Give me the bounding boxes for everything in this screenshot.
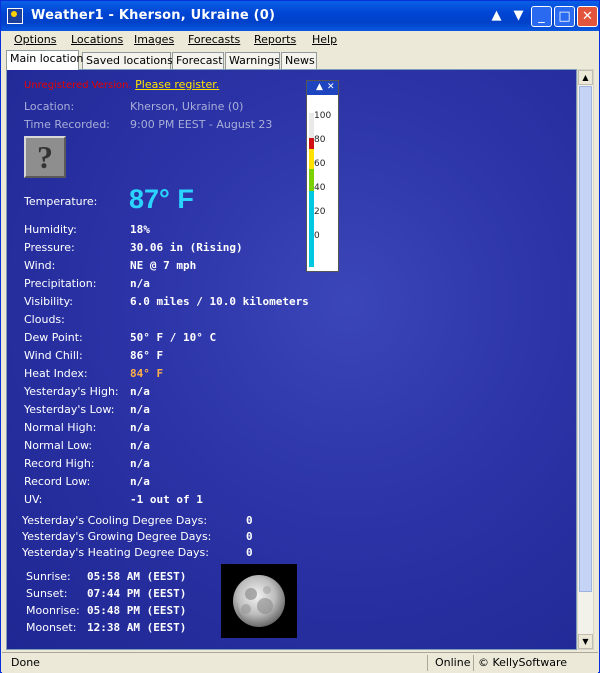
temperature-label: Temperature: xyxy=(24,195,98,208)
weather-row-label: Clouds: xyxy=(24,313,65,326)
weather-row-label: Yesterday's Low: xyxy=(24,403,115,416)
weather-row-value: 30.06 in (Rising) xyxy=(130,241,243,254)
weather-row-value: 18% xyxy=(130,223,150,236)
astro-label: Moonset: xyxy=(26,621,77,634)
move-down-icon[interactable]: ▼ xyxy=(508,6,529,27)
minimize-button[interactable]: _ xyxy=(531,6,552,27)
degree-day-value: 0 xyxy=(246,546,253,559)
weather-row-value: 50° F / 10° C xyxy=(130,331,217,344)
weather-row-label: Record High: xyxy=(24,457,95,470)
weather-row-value: n/a xyxy=(130,403,150,416)
window-title: Weather1 - Kherson, Ukraine (0) xyxy=(31,8,276,23)
weather-row-value: n/a xyxy=(130,277,150,290)
menu-options[interactable]: Options xyxy=(14,33,56,46)
weather-row-label: Visibility: xyxy=(24,295,74,308)
tab-news[interactable]: News xyxy=(281,52,317,69)
copyright-text: © KellySoftware xyxy=(478,656,568,669)
question-mark-icon[interactable]: ? xyxy=(24,136,66,178)
menu-bar: Options Locations Images Forecasts Repor… xyxy=(2,31,598,50)
astro-label: Sunrise: xyxy=(26,570,71,583)
unregistered-notice: Unregistered Version. Please register. xyxy=(24,78,220,91)
thermometer-widget[interactable]: ▲ ✕ 100 80 60 40 20 0 xyxy=(306,80,339,272)
time-value: 9:00 PM EEST - August 23 xyxy=(130,118,273,131)
thermometer-tick-label: 60 xyxy=(314,159,326,169)
weather-row-label: UV: xyxy=(24,493,43,506)
degree-day-label: Yesterday's Growing Degree Days: xyxy=(22,530,212,543)
location-label: Location: xyxy=(24,100,75,113)
status-bar: Done Online © KellySoftware xyxy=(2,652,598,673)
astro-value: 05:58 AM (EEST) xyxy=(87,570,187,583)
online-status: Online xyxy=(435,656,471,669)
weather-row-label: Pressure: xyxy=(24,241,75,254)
vertical-scrollbar[interactable]: ▲ ▼ xyxy=(577,69,594,650)
temperature-value: 87° F xyxy=(129,184,194,214)
weather-row-value: n/a xyxy=(130,439,150,452)
menu-help[interactable]: Help xyxy=(312,33,337,46)
app-weather-icon[interactable] xyxy=(7,8,23,24)
degree-day-value: 0 xyxy=(246,514,253,527)
thermometer-tick-label: 80 xyxy=(314,135,326,145)
weather-row-value: n/a xyxy=(130,385,150,398)
location-value: Kherson, Ukraine (0) xyxy=(130,100,244,113)
register-link[interactable]: Please register. xyxy=(135,78,219,91)
weather-row-value: -1 out of 1 xyxy=(130,493,203,506)
weather-row-value: 6.0 miles / 10.0 kilometers xyxy=(130,295,309,308)
thermometer-tick-label: 40 xyxy=(314,183,326,193)
close-button[interactable]: ✕ xyxy=(577,6,598,27)
astro-value: 07:44 PM (EEST) xyxy=(87,587,187,600)
weather-row-label: Humidity: xyxy=(24,223,77,236)
scroll-up-button[interactable]: ▲ xyxy=(578,70,593,85)
degree-day-label: Yesterday's Cooling Degree Days: xyxy=(22,514,208,527)
status-divider xyxy=(473,655,474,671)
menu-images[interactable]: Images xyxy=(134,33,174,46)
close-thermometer-icon[interactable]: ✕ xyxy=(327,81,335,94)
thermometer-tick-label: 100 xyxy=(314,111,332,121)
weather-row-label: Precipitation: xyxy=(24,277,97,290)
moon-phase-image xyxy=(221,564,297,638)
thermometer-tick-label: 20 xyxy=(314,207,326,217)
status-text: Done xyxy=(11,656,40,669)
weather-row-value: n/a xyxy=(130,457,150,470)
weather-row-label: Record Low: xyxy=(24,475,91,488)
collapse-icon[interactable]: ▲ xyxy=(316,81,323,94)
thermometer-header: ▲ ✕ xyxy=(307,81,338,95)
tab-saved-locations[interactable]: Saved locations xyxy=(82,52,173,69)
weather-row-value: NE @ 7 mph xyxy=(130,259,197,272)
astro-value: 05:48 PM (EEST) xyxy=(87,604,187,617)
degree-day-value: 0 xyxy=(246,530,253,543)
scroll-down-button[interactable]: ▼ xyxy=(578,634,593,649)
astro-label: Sunset: xyxy=(26,587,68,600)
time-label: Time Recorded: xyxy=(24,118,110,131)
weather-row-label: Normal High: xyxy=(24,421,97,434)
weather-row-value: n/a xyxy=(130,475,150,488)
weather-row-label: Wind: xyxy=(24,259,56,272)
weather-row-label: Yesterday's High: xyxy=(24,385,119,398)
menu-forecasts[interactable]: Forecasts xyxy=(188,33,240,46)
weather-row-label: Heat Index: xyxy=(24,367,88,380)
tab-main-location[interactable]: Main location xyxy=(6,50,83,70)
scroll-thumb[interactable] xyxy=(579,86,592,592)
move-up-icon[interactable]: ▲ xyxy=(486,6,507,27)
weather-row-label: Normal Low: xyxy=(24,439,93,452)
astro-label: Moonrise: xyxy=(26,604,80,617)
weather-row-label: Wind Chill: xyxy=(24,349,83,362)
status-divider xyxy=(427,655,428,671)
weather-row-label: Dew Point: xyxy=(24,331,83,344)
app-window: Weather1 - Kherson, Ukraine (0) ▲ ▼ _ □ … xyxy=(0,0,600,673)
astro-value: 12:38 AM (EEST) xyxy=(87,621,187,634)
tab-strip: Main location Saved locations Forecast W… xyxy=(6,50,596,70)
weather-panel: Unregistered Version. Please register. L… xyxy=(6,69,577,650)
menu-reports[interactable]: Reports xyxy=(254,33,296,46)
menu-locations[interactable]: Locations xyxy=(71,33,123,46)
maximize-button[interactable]: □ xyxy=(554,6,575,27)
title-bar[interactable]: Weather1 - Kherson, Ukraine (0) ▲ ▼ _ □ … xyxy=(1,1,599,31)
thermometer-tick-label: 0 xyxy=(314,231,320,241)
tab-warnings[interactable]: Warnings xyxy=(225,52,280,69)
weather-row-value: 84° F xyxy=(130,367,164,380)
tab-forecast[interactable]: Forecast xyxy=(172,52,224,69)
weather-row-value: n/a xyxy=(130,421,150,434)
degree-day-label: Yesterday's Heating Degree Days: xyxy=(22,546,209,559)
weather-row-value: 86° F xyxy=(130,349,164,362)
